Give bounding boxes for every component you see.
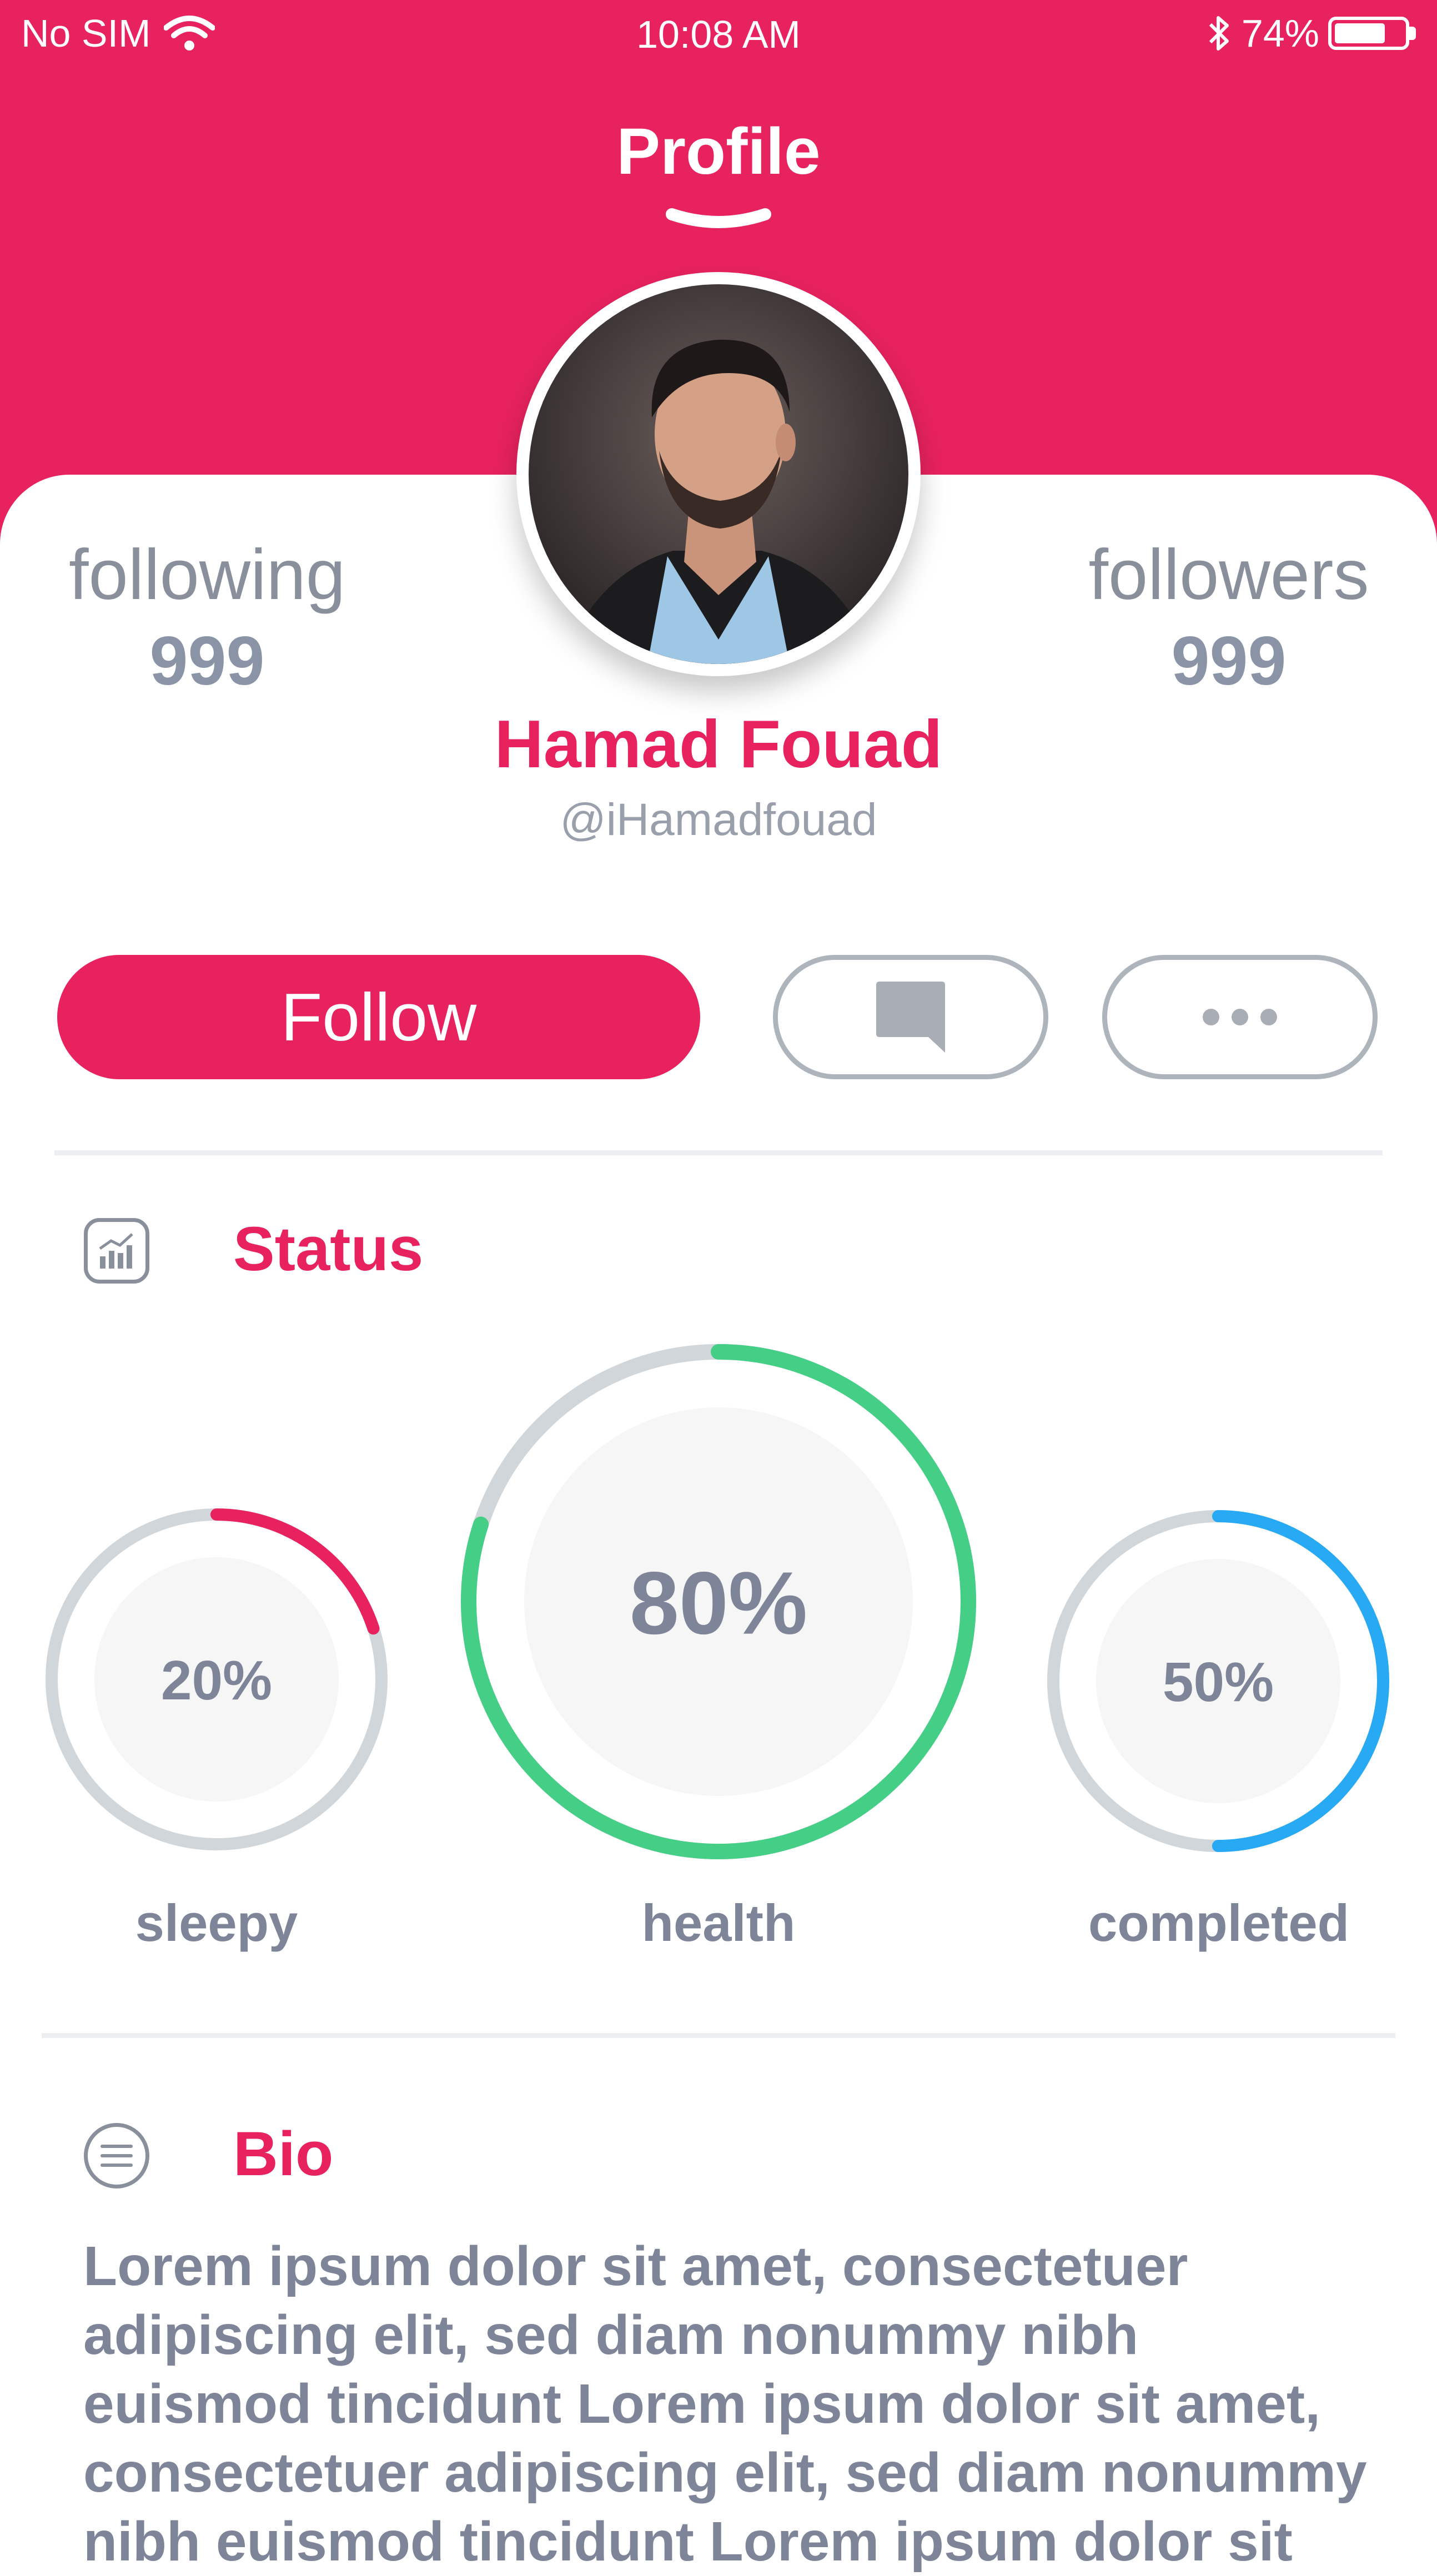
following-label: following	[68, 535, 346, 615]
profile-name: Hamad Fouad	[494, 706, 943, 782]
more-icon	[1203, 1009, 1277, 1025]
ring-percent-completed: 50%	[1163, 1651, 1274, 1713]
chevron-down-icon[interactable]	[663, 205, 774, 237]
profile-handle: @iHamadfouad	[560, 794, 877, 845]
followers-count[interactable]: 999	[1034, 622, 1423, 701]
message-button[interactable]	[773, 955, 1048, 1079]
bio-line: adipiscing elit, sed diam nonummy nibh	[83, 2304, 1139, 2366]
followers-label: followers	[1088, 535, 1369, 615]
avatar-photo	[529, 284, 908, 664]
follow-button[interactable]: Follow	[57, 955, 700, 1079]
divider	[42, 2033, 1395, 2038]
chart-icon	[84, 1218, 149, 1284]
bio-line: nibh euismod tincidunt Lorem ipsum dolor…	[83, 2510, 1293, 2573]
status-title: Status	[233, 1214, 424, 1284]
ring-label-completed: completed	[1088, 1894, 1350, 1952]
more-button[interactable]	[1102, 955, 1378, 1079]
ring-label-sleepy: sleepy	[135, 1894, 298, 1952]
ring-label-health: health	[641, 1894, 796, 1952]
battery-tip	[1409, 27, 1416, 40]
bio-title: Bio	[233, 2119, 334, 2188]
battery-percent: 74%	[1241, 12, 1319, 55]
bio-text: Lorem ipsum dolor sit amet, consectetuer…	[83, 2232, 1371, 2576]
page-title: Profile	[616, 115, 821, 188]
bio-line: Lorem ipsum dolor sit amet, consectetuer	[83, 2235, 1188, 2297]
bio-line: consectetuer adipiscing elit, sed diam n…	[83, 2442, 1367, 2504]
status-right: 74%	[1206, 11, 1416, 56]
status-bar: No SIM 10:08 AM 74%	[0, 0, 1437, 72]
ring-percent-health: 80%	[630, 1553, 807, 1653]
battery-fill	[1335, 23, 1385, 43]
bio-line: euismod tincidunt Lorem ipsum dolor sit …	[83, 2373, 1320, 2435]
status-rings: 20% 80% 50%	[46, 1344, 1389, 1859]
person-icon	[529, 284, 908, 664]
ring-percent-sleepy: 20%	[161, 1649, 272, 1712]
avatar[interactable]	[516, 272, 921, 676]
list-icon	[84, 2123, 149, 2188]
divider	[54, 1150, 1383, 1155]
bluetooth-icon	[1209, 16, 1229, 51]
battery-icon	[1328, 17, 1409, 50]
following-count[interactable]: 999	[13, 622, 401, 701]
message-icon	[876, 982, 945, 1053]
